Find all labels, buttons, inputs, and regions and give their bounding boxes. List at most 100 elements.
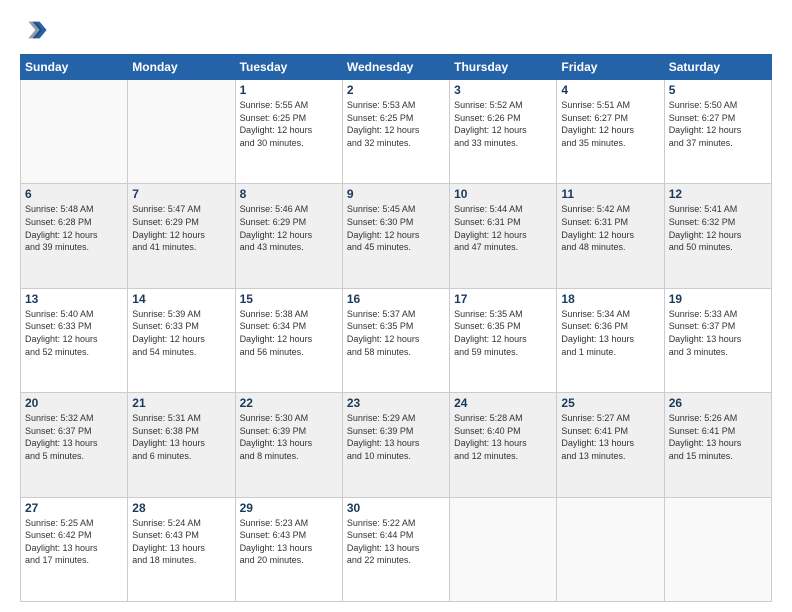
day-number: 13	[25, 292, 123, 306]
header	[20, 16, 772, 44]
day-info: Sunrise: 5:24 AM Sunset: 6:43 PM Dayligh…	[132, 517, 230, 567]
day-number: 23	[347, 396, 445, 410]
day-number: 14	[132, 292, 230, 306]
calendar-cell: 23 Sunrise: 5:29 AM Sunset: 6:39 PM Dayli…	[342, 393, 449, 497]
day-info: Sunrise: 5:37 AM Sunset: 6:35 PM Dayligh…	[347, 308, 445, 358]
calendar-cell: 5Sunrise: 5:50 AM Sunset: 6:27 PM Daylig…	[664, 80, 771, 184]
day-number: 22	[240, 396, 338, 410]
day-number: 28	[132, 501, 230, 515]
day-number: 12	[669, 187, 767, 201]
day-number: 16	[347, 292, 445, 306]
calendar-cell: 29 Sunrise: 5:23 AM Sunset: 6:43 PM Dayli…	[235, 497, 342, 601]
day-info: Sunrise: 5:22 AM Sunset: 6:44 PM Dayligh…	[347, 517, 445, 567]
calendar-row: 1Sunrise: 5:55 AM Sunset: 6:25 PM Daylig…	[21, 80, 772, 184]
calendar-cell: 19 Sunrise: 5:33 AM Sunset: 6:37 PM Dayli…	[664, 288, 771, 392]
calendar-row: 27Sunrise: 5:25 AM Sunset: 6:42 PM Dayli…	[21, 497, 772, 601]
calendar-cell: 1Sunrise: 5:55 AM Sunset: 6:25 PM Daylig…	[235, 80, 342, 184]
calendar-cell	[128, 80, 235, 184]
day-info: Sunrise: 5:33 AM Sunset: 6:37 PM Dayligh…	[669, 308, 767, 358]
day-number: 11	[561, 187, 659, 201]
weekday-header: Thursday	[450, 55, 557, 80]
day-info: Sunrise: 5:40 AM Sunset: 6:33 PM Dayligh…	[25, 308, 123, 358]
day-info: Sunrise: 5:44 AM Sunset: 6:31 PM Dayligh…	[454, 203, 552, 253]
day-number: 20	[25, 396, 123, 410]
day-number: 30	[347, 501, 445, 515]
weekday-header: Friday	[557, 55, 664, 80]
logo-icon	[20, 16, 48, 44]
calendar-row: 6 Sunrise: 5:48 AM Sunset: 6:28 PM Daylig…	[21, 184, 772, 288]
calendar-row: 20 Sunrise: 5:32 AM Sunset: 6:37 PM Dayli…	[21, 393, 772, 497]
calendar-cell: 17 Sunrise: 5:35 AM Sunset: 6:35 PM Dayli…	[450, 288, 557, 392]
calendar-cell: 12 Sunrise: 5:41 AM Sunset: 6:32 PM Dayli…	[664, 184, 771, 288]
day-number: 17	[454, 292, 552, 306]
calendar-cell	[557, 497, 664, 601]
page: SundayMondayTuesdayWednesdayThursdayFrid…	[0, 0, 792, 612]
weekday-header: Saturday	[664, 55, 771, 80]
calendar-cell: 10 Sunrise: 5:44 AM Sunset: 6:31 PM Dayli…	[450, 184, 557, 288]
calendar-header-row: SundayMondayTuesdayWednesdayThursdayFrid…	[21, 55, 772, 80]
day-info: Sunrise: 5:46 AM Sunset: 6:29 PM Dayligh…	[240, 203, 338, 253]
calendar-cell: 14Sunrise: 5:39 AM Sunset: 6:33 PM Dayli…	[128, 288, 235, 392]
day-number: 5	[669, 83, 767, 97]
day-info: Sunrise: 5:47 AM Sunset: 6:29 PM Dayligh…	[132, 203, 230, 253]
calendar-table: SundayMondayTuesdayWednesdayThursdayFrid…	[20, 54, 772, 602]
day-info: Sunrise: 5:48 AM Sunset: 6:28 PM Dayligh…	[25, 203, 123, 253]
calendar-cell: 3 Sunrise: 5:52 AM Sunset: 6:26 PM Daylig…	[450, 80, 557, 184]
day-number: 2	[347, 83, 445, 97]
calendar-cell: 16 Sunrise: 5:37 AM Sunset: 6:35 PM Dayli…	[342, 288, 449, 392]
day-info: Sunrise: 5:45 AM Sunset: 6:30 PM Dayligh…	[347, 203, 445, 253]
day-number: 6	[25, 187, 123, 201]
day-info: Sunrise: 5:25 AM Sunset: 6:42 PM Dayligh…	[25, 517, 123, 567]
day-number: 15	[240, 292, 338, 306]
weekday-header: Monday	[128, 55, 235, 80]
calendar-cell: 22 Sunrise: 5:30 AM Sunset: 6:39 PM Dayli…	[235, 393, 342, 497]
calendar-cell: 7 Sunrise: 5:47 AM Sunset: 6:29 PM Daylig…	[128, 184, 235, 288]
day-info: Sunrise: 5:26 AM Sunset: 6:41 PM Dayligh…	[669, 412, 767, 462]
calendar-cell: 27Sunrise: 5:25 AM Sunset: 6:42 PM Dayli…	[21, 497, 128, 601]
day-number: 26	[669, 396, 767, 410]
day-info: Sunrise: 5:35 AM Sunset: 6:35 PM Dayligh…	[454, 308, 552, 358]
day-info: Sunrise: 5:30 AM Sunset: 6:39 PM Dayligh…	[240, 412, 338, 462]
calendar-cell: 2 Sunrise: 5:53 AM Sunset: 6:25 PM Daylig…	[342, 80, 449, 184]
day-number: 29	[240, 501, 338, 515]
day-number: 1	[240, 83, 338, 97]
day-number: 3	[454, 83, 552, 97]
calendar-cell: 11 Sunrise: 5:42 AM Sunset: 6:31 PM Dayli…	[557, 184, 664, 288]
weekday-header: Wednesday	[342, 55, 449, 80]
day-number: 19	[669, 292, 767, 306]
day-info: Sunrise: 5:27 AM Sunset: 6:41 PM Dayligh…	[561, 412, 659, 462]
calendar-cell: 26 Sunrise: 5:26 AM Sunset: 6:41 PM Dayli…	[664, 393, 771, 497]
day-info: Sunrise: 5:31 AM Sunset: 6:38 PM Dayligh…	[132, 412, 230, 462]
day-info: Sunrise: 5:52 AM Sunset: 6:26 PM Dayligh…	[454, 99, 552, 149]
calendar-cell: 30 Sunrise: 5:22 AM Sunset: 6:44 PM Dayli…	[342, 497, 449, 601]
calendar-cell: 15 Sunrise: 5:38 AM Sunset: 6:34 PM Dayli…	[235, 288, 342, 392]
day-number: 7	[132, 187, 230, 201]
day-info: Sunrise: 5:38 AM Sunset: 6:34 PM Dayligh…	[240, 308, 338, 358]
calendar-cell: 9 Sunrise: 5:45 AM Sunset: 6:30 PM Daylig…	[342, 184, 449, 288]
day-info: Sunrise: 5:42 AM Sunset: 6:31 PM Dayligh…	[561, 203, 659, 253]
calendar-cell: 4Sunrise: 5:51 AM Sunset: 6:27 PM Daylig…	[557, 80, 664, 184]
calendar-row: 13 Sunrise: 5:40 AM Sunset: 6:33 PM Dayli…	[21, 288, 772, 392]
day-info: Sunrise: 5:51 AM Sunset: 6:27 PM Dayligh…	[561, 99, 659, 149]
calendar-cell	[450, 497, 557, 601]
day-info: Sunrise: 5:53 AM Sunset: 6:25 PM Dayligh…	[347, 99, 445, 149]
day-info: Sunrise: 5:23 AM Sunset: 6:43 PM Dayligh…	[240, 517, 338, 567]
calendar-cell: 20 Sunrise: 5:32 AM Sunset: 6:37 PM Dayli…	[21, 393, 128, 497]
calendar-cell: 13 Sunrise: 5:40 AM Sunset: 6:33 PM Dayli…	[21, 288, 128, 392]
day-info: Sunrise: 5:28 AM Sunset: 6:40 PM Dayligh…	[454, 412, 552, 462]
calendar-cell: 6 Sunrise: 5:48 AM Sunset: 6:28 PM Daylig…	[21, 184, 128, 288]
day-number: 18	[561, 292, 659, 306]
calendar-cell: 28 Sunrise: 5:24 AM Sunset: 6:43 PM Dayli…	[128, 497, 235, 601]
calendar-cell: 24Sunrise: 5:28 AM Sunset: 6:40 PM Dayli…	[450, 393, 557, 497]
day-number: 9	[347, 187, 445, 201]
day-number: 10	[454, 187, 552, 201]
weekday-header: Tuesday	[235, 55, 342, 80]
day-info: Sunrise: 5:32 AM Sunset: 6:37 PM Dayligh…	[25, 412, 123, 462]
calendar-cell: 21Sunrise: 5:31 AM Sunset: 6:38 PM Dayli…	[128, 393, 235, 497]
day-info: Sunrise: 5:29 AM Sunset: 6:39 PM Dayligh…	[347, 412, 445, 462]
calendar-cell	[21, 80, 128, 184]
calendar-cell: 18 Sunrise: 5:34 AM Sunset: 6:36 PM Dayli…	[557, 288, 664, 392]
logo	[20, 16, 50, 44]
day-info: Sunrise: 5:41 AM Sunset: 6:32 PM Dayligh…	[669, 203, 767, 253]
day-info: Sunrise: 5:34 AM Sunset: 6:36 PM Dayligh…	[561, 308, 659, 358]
